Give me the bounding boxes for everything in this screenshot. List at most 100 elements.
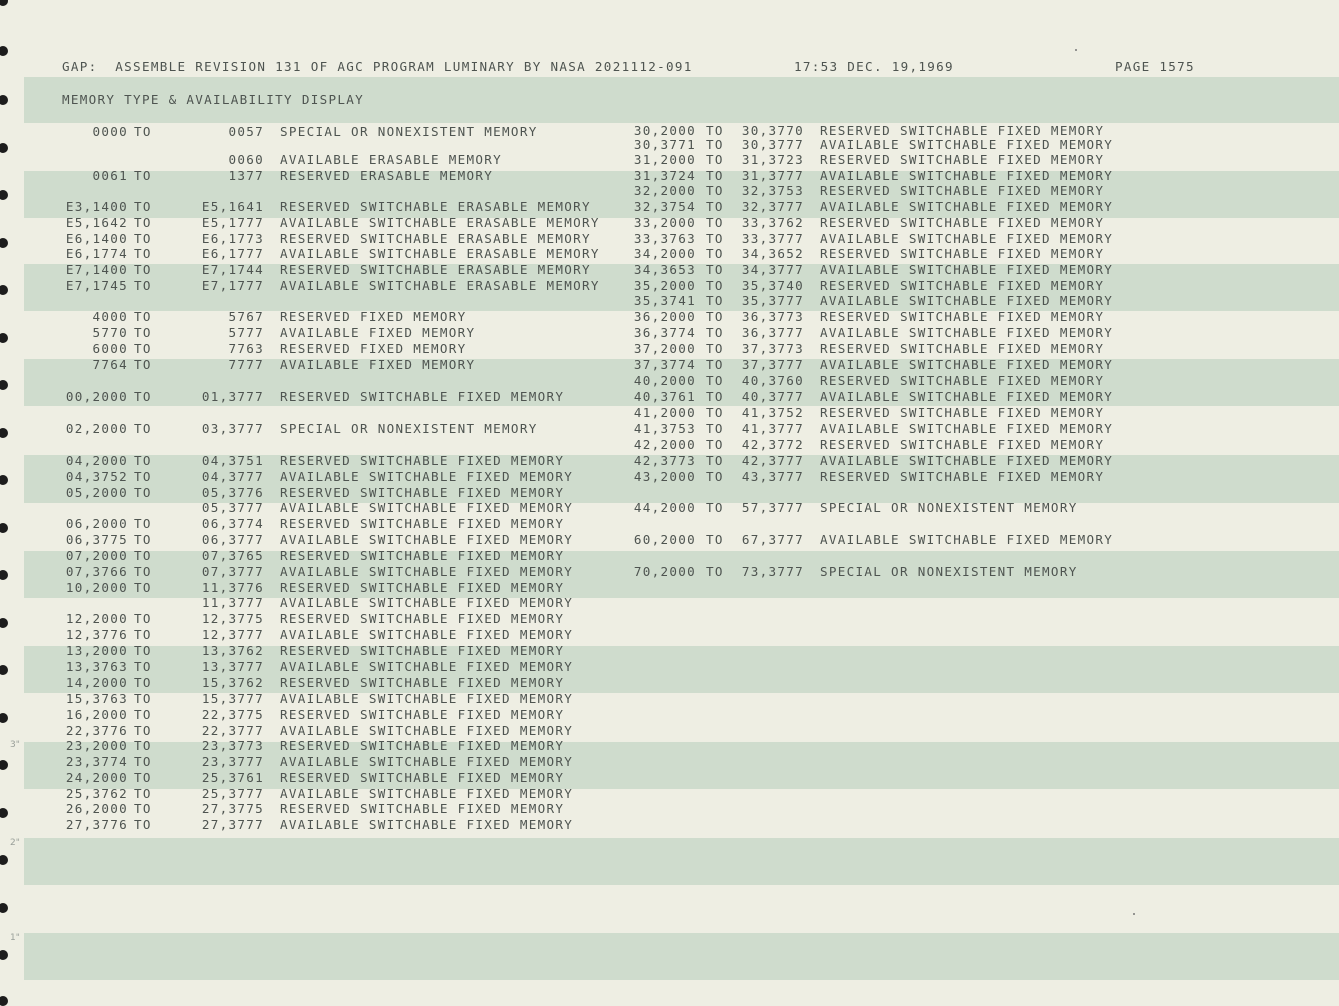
memory-range-row: 05,3777 AVAILABLE SWITCHABLE FIXED MEMORY	[30, 500, 630, 515]
range-to: TO	[706, 199, 724, 214]
range-end: 33,3762	[741, 215, 804, 230]
memory-type: RESERVED SWITCHABLE FIXED MEMORY	[280, 580, 565, 595]
memory-range-row: 4000 TO 5767 RESERVED FIXED MEMORY	[30, 309, 630, 324]
margin-mark: 1"	[10, 933, 20, 943]
memory-range-row: 12,2000 TO 12,3775 RESERVED SWITCHABLE FIXE…	[30, 611, 630, 626]
range-start: 42,2000	[633, 437, 696, 452]
range-end: 43,3777	[741, 469, 804, 484]
range-start: 30,2000	[633, 123, 696, 138]
memory-range-row: 37,3774 TO 37,3777 AVAILABLE SWITCHABLE FIX…	[630, 357, 1150, 372]
memory-type: AVAILABLE SWITCHABLE FIXED MEMORY	[280, 532, 574, 547]
range-start: 06,3775	[65, 532, 128, 547]
memory-type: AVAILABLE SWITCHABLE FIXED MEMORY	[280, 754, 574, 769]
memory-range-row: 34,3653 TO 34,3777 AVAILABLE SWITCHABLE FIX…	[630, 262, 1150, 277]
page-number: PAGE 1575	[1115, 59, 1195, 74]
memory-range-row: 05,2000 TO 05,3776 RESERVED SWITCHABLE FIXE…	[30, 485, 630, 500]
range-end: 34,3777	[741, 262, 804, 277]
range-end: 33,3777	[741, 231, 804, 246]
memory-range-row: 00,2000 TO 01,3777 RESERVED SWITCHABLE FIXE…	[30, 389, 630, 404]
feed-hole	[0, 333, 8, 343]
range-to: TO	[134, 516, 152, 531]
memory-range-row: 0060 AVAILABLE ERASABLE MEMORY	[30, 152, 630, 167]
range-to: TO	[134, 643, 152, 658]
range-start: 34,3653	[633, 262, 696, 277]
range-to: TO	[706, 453, 724, 468]
range-end: 15,3762	[201, 675, 264, 690]
range-start: 41,2000	[633, 405, 696, 420]
paper-band	[24, 933, 1339, 980]
range-to: TO	[134, 168, 152, 183]
memory-range-row: 31,3724 TO 31,3777 AVAILABLE SWITCHABLE FIX…	[630, 168, 1150, 183]
range-start: 12,2000	[65, 611, 128, 626]
range-start: 12,3776	[65, 627, 128, 642]
range-start: 33,2000	[633, 215, 696, 230]
memory-type: RESERVED SWITCHABLE FIXED MEMORY	[820, 152, 1105, 167]
range-end: 37,3777	[741, 357, 804, 372]
memory-range-row: 35,3741 TO 35,3777 AVAILABLE SWITCHABLE FIX…	[630, 293, 1150, 308]
memory-range-row: 70,2000 TO 73,3777 SPECIAL OR NONEXISTENT M…	[630, 564, 1150, 579]
feed-hole	[0, 143, 8, 153]
range-start: 0000	[92, 124, 128, 139]
range-start: 07,3766	[65, 564, 128, 579]
range-end: 11,3776	[201, 580, 264, 595]
range-end: 25,3777	[201, 786, 264, 801]
memory-range-row: 13,3763 TO 13,3777 AVAILABLE SWITCHABLE FIX…	[30, 659, 630, 674]
range-start: 32,3754	[633, 199, 696, 214]
memory-type: RESERVED SWITCHABLE FIXED MEMORY	[820, 123, 1105, 138]
feed-hole	[0, 570, 8, 580]
memory-range-row: 33,2000 TO 33,3762 RESERVED SWITCHABLE FIXE…	[630, 215, 1150, 230]
feed-hole	[0, 428, 8, 438]
memory-range-row: 30,3771 TO 30,3777 AVAILABLE SWITCHABLE FIX…	[630, 137, 1150, 152]
range-end: 23,3773	[201, 738, 264, 753]
memory-range-row: 0000 TO 0057 SPECIAL OR NONEXISTENT MEMORY	[30, 124, 630, 139]
memory-type: RESERVED SWITCHABLE FIXED MEMORY	[820, 405, 1105, 420]
memory-range-row: 41,2000 TO 41,3752 RESERVED SWITCHABLE FIXE…	[630, 405, 1150, 420]
feed-hole	[0, 523, 8, 533]
range-end: 04,3777	[201, 469, 264, 484]
range-end: 42,3777	[741, 453, 804, 468]
range-start: 7764	[92, 357, 128, 372]
range-to: TO	[134, 124, 152, 139]
memory-type: RESERVED SWITCHABLE ERASABLE MEMORY	[280, 231, 591, 246]
range-end: 73,3777	[741, 564, 804, 579]
range-end: 67,3777	[741, 532, 804, 547]
range-end: 35,3777	[741, 293, 804, 308]
range-to: TO	[706, 325, 724, 340]
memory-range-row: 36,2000 TO 36,3773 RESERVED SWITCHABLE FIXE…	[630, 309, 1150, 324]
range-start: 13,2000	[65, 643, 128, 658]
range-start: 4000	[92, 309, 128, 324]
memory-range-row: 24,2000 TO 25,3761 RESERVED SWITCHABLE FIXE…	[30, 770, 630, 785]
range-to: TO	[134, 341, 152, 356]
range-end: 22,3775	[201, 707, 264, 722]
feed-hole	[0, 0, 8, 6]
memory-type: AVAILABLE SWITCHABLE FIXED MEMORY	[820, 453, 1114, 468]
range-to: TO	[134, 357, 152, 372]
range-to: TO	[706, 215, 724, 230]
memory-type: AVAILABLE SWITCHABLE FIXED MEMORY	[280, 691, 574, 706]
range-end: 57,3777	[741, 500, 804, 515]
memory-type: AVAILABLE SWITCHABLE ERASABLE MEMORY	[280, 278, 600, 293]
memory-range-row: 07,2000 TO 07,3765 RESERVED SWITCHABLE FIXE…	[30, 548, 630, 563]
memory-type: RESERVED ERASABLE MEMORY	[280, 168, 494, 183]
memory-type: AVAILABLE SWITCHABLE FIXED MEMORY	[280, 817, 574, 832]
range-end: 04,3751	[201, 453, 264, 468]
paper-speck	[1133, 913, 1135, 915]
memory-range-row: 5770 TO 5777 AVAILABLE FIXED MEMORY	[30, 325, 630, 340]
range-end: 27,3775	[201, 801, 264, 816]
range-to: TO	[134, 611, 152, 626]
memory-range-row: E6,1400 TO E6,1773 RESERVED SWITCHABLE ERAS…	[30, 231, 630, 246]
range-end: 7777	[228, 357, 264, 372]
range-start: 06,2000	[65, 516, 128, 531]
memory-type: AVAILABLE SWITCHABLE FIXED MEMORY	[280, 500, 574, 515]
range-start: 43,2000	[633, 469, 696, 484]
memory-type: AVAILABLE SWITCHABLE FIXED MEMORY	[280, 564, 574, 579]
timestamp: 17:53 DEC. 19,1969	[794, 59, 954, 74]
memory-range-row: 16,2000 TO 22,3775 RESERVED SWITCHABLE FIXE…	[30, 707, 630, 722]
memory-range-row: 23,3774 TO 23,3777 AVAILABLE SWITCHABLE FIX…	[30, 754, 630, 769]
range-to: TO	[134, 738, 152, 753]
range-to: TO	[706, 246, 724, 261]
section-title: MEMORY TYPE & AVAILABILITY DISPLAY	[62, 92, 364, 107]
range-end: 01,3777	[201, 389, 264, 404]
feed-hole	[0, 46, 8, 56]
range-end: 34,3652	[741, 246, 804, 261]
